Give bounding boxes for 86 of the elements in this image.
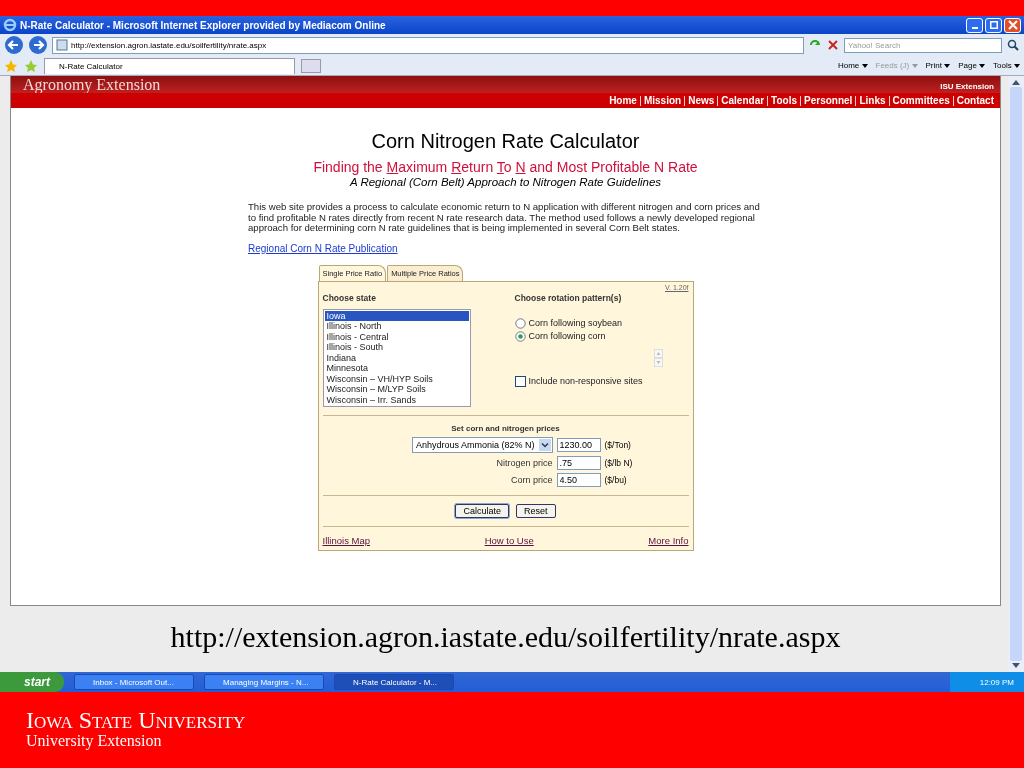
radio-button[interactable] — [514, 317, 526, 329]
state-option[interactable]: Illinois - North — [324, 321, 469, 332]
radio-label: Corn following soybean — [528, 318, 623, 328]
start-button[interactable]: start — [0, 672, 64, 692]
nav-link[interactable]: Tools — [767, 95, 798, 106]
nav-link[interactable]: Committees — [888, 95, 950, 106]
fertilizer-dropdown[interactable]: Anhydrous Ammonia (82% N) — [411, 437, 553, 453]
state-option[interactable]: Minnesota — [324, 363, 469, 374]
university-unit: University Extension — [26, 732, 163, 750]
nav-link[interactable]: Links — [855, 95, 886, 106]
radio-button[interactable] — [514, 330, 526, 342]
star-icon[interactable] — [4, 58, 18, 73]
state-label: Choose state — [322, 292, 377, 303]
forward-button[interactable] — [28, 35, 48, 55]
corn-price-label: Corn price — [511, 475, 553, 485]
close-icon — [1007, 20, 1018, 30]
nav-link[interactable]: News — [684, 95, 715, 106]
footer-link[interactable]: How to Use — [484, 535, 534, 546]
university-name: Iowa State University — [26, 708, 247, 732]
minimize-button[interactable] — [966, 17, 983, 33]
url-caption: http://extension.agron.iastate.edu/soilfertility/nrate.aspx — [169, 620, 842, 654]
stop-icon[interactable] — [826, 38, 840, 52]
page-tagline: A Regional (Corn Belt) Approach to Nitrogen Rate Guidelines — [349, 176, 662, 188]
unit-label: ($/bu) — [604, 475, 627, 485]
nitrogen-price-field[interactable]: .75 — [556, 456, 601, 470]
caret-icon — [861, 64, 868, 68]
reset-button[interactable]: Reset — [516, 504, 556, 518]
caret-icon — [911, 64, 918, 68]
prices-heading: Set corn and nitrogen prices — [450, 424, 561, 433]
close-button[interactable] — [1004, 17, 1021, 33]
page-subtitle: Finding the Maximum Return To N and Most Profitable N Rate — [313, 159, 698, 175]
page-title: Corn Nitrogen Rate Calculator — [371, 130, 640, 153]
state-option[interactable]: Illinois - Central — [324, 331, 469, 342]
address-field[interactable]: http://extension.agron.iastate.edu/soilfertility/nrate.aspx — [52, 36, 804, 54]
calculate-button[interactable]: Calculate — [455, 504, 509, 518]
command-button[interactable]: Tools — [993, 61, 1020, 70]
footer-link[interactable]: Illinois Map — [322, 535, 371, 546]
minimize-icon — [971, 27, 978, 29]
caret-icon — [979, 64, 986, 68]
publication-link[interactable]: Regional Corn N Rate Publication — [248, 242, 398, 254]
nav-link[interactable]: Contact — [952, 95, 994, 106]
state-option[interactable]: Wisconsin – VH/HYP Soils — [324, 373, 469, 384]
intro-paragraph: This web site provides a process to calculate economic return to N application with different nitrogen and corn prices and to find profitable N rates directly from recent N rate research data. The method used follows a newly developed regional approach for determining corn N rate guidelines that is being implemented in several Corn Belt states. — [248, 202, 761, 234]
nitrogen-price-label: Nitrogen price — [496, 458, 553, 468]
search-icon[interactable] — [1006, 38, 1020, 52]
checkbox-label: Include non-responsive sites — [528, 376, 643, 386]
taskbar-item[interactable]: N-Rate Calculator - M... — [334, 674, 454, 690]
state-option[interactable]: Illinois - South — [324, 342, 469, 353]
nav-link[interactable]: Calendar — [717, 95, 765, 106]
window-title: N-Rate Calculator - Microsoft Internet Explorer provided by Mediacom Online — [20, 19, 387, 31]
taskbar-item[interactable]: Managing Margins - N... — [204, 674, 324, 690]
state-option[interactable]: Iowa — [324, 310, 469, 321]
unit-label: ($/Ton) — [604, 440, 631, 450]
fertilizer-price-field[interactable]: 1230.00 — [556, 438, 601, 452]
nav-link[interactable]: Personnel — [800, 95, 853, 106]
maximize-button[interactable] — [985, 17, 1002, 33]
restore-icon — [989, 21, 998, 29]
banner-title: Agronomy Extension — [23, 77, 161, 93]
banner-subtitle: ISU Extension — [940, 82, 994, 93]
nav-link[interactable]: Home — [609, 95, 637, 106]
rotation-label: Choose rotation pattern(s) — [514, 292, 623, 303]
state-option[interactable]: Indiana — [324, 352, 469, 363]
taskbar-item[interactable]: Inbox - Microsoft Out... — [74, 674, 194, 690]
unit-label: ($/lb N) — [604, 458, 633, 468]
state-option[interactable]: Wisconsin – M/LYP Soils — [324, 384, 469, 395]
caret-icon — [1014, 64, 1020, 68]
search-field[interactable]: Yahoo! Search — [844, 37, 1002, 53]
checkbox[interactable] — [514, 375, 526, 387]
command-button[interactable]: Print — [925, 61, 951, 70]
footer-link[interactable]: More Info — [648, 535, 689, 546]
radio-label: Corn following corn — [528, 331, 606, 341]
command-button[interactable]: Page — [958, 61, 986, 70]
page-icon — [56, 39, 68, 51]
clock: 12:09 PM — [979, 677, 1014, 687]
nav-link[interactable]: Mission — [639, 95, 682, 106]
scroll-up-icon[interactable] — [1011, 79, 1021, 85]
scrollbar[interactable] — [1008, 76, 1024, 672]
browser-tab[interactable]: N-Rate Calculator — [44, 57, 295, 74]
state-option[interactable]: Wisconsin – Irr. Sands — [324, 394, 469, 405]
corn-price-field[interactable]: 4.50 — [556, 473, 601, 487]
state-list[interactable]: Iowa Illinois - North Illinois - Central Illinois - South Indiana Minnesota Wisconsin – VH/HYP Soils Wisconsin – M/LYP Soils Wisconsin – Irr. Sands — [322, 308, 471, 407]
caret-icon — [944, 64, 951, 68]
scroll-down-icon[interactable] — [1011, 663, 1021, 669]
command-button[interactable]: Home — [837, 61, 868, 70]
dropdown-arrow-icon — [538, 439, 551, 451]
back-button[interactable] — [4, 35, 24, 55]
